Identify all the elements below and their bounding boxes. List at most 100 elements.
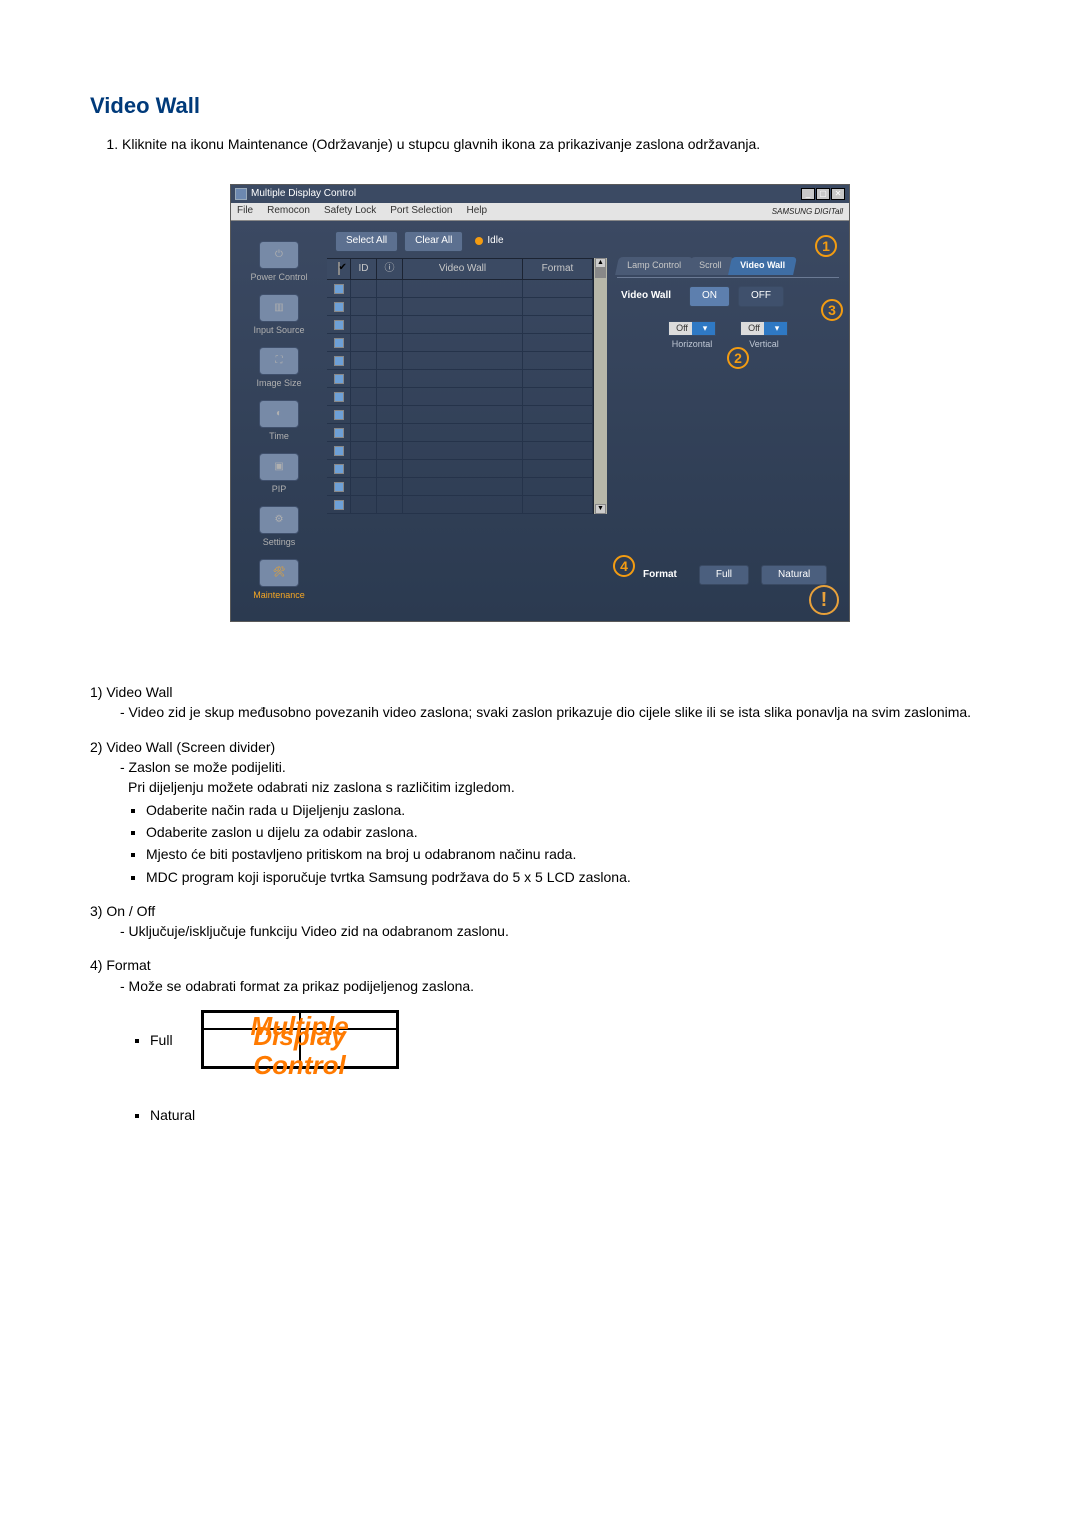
table-row[interactable]	[327, 298, 593, 316]
vertical-select[interactable]: Off▾	[740, 321, 788, 336]
scroll-up-icon[interactable]: ▲	[595, 258, 606, 268]
input-icon: ▥	[259, 294, 299, 322]
tab-video-wall[interactable]: Video Wall	[728, 257, 797, 275]
sidebar-label: Image Size	[235, 377, 323, 390]
imagesize-icon: ⛶	[259, 347, 299, 375]
select-all-button[interactable]: Select All	[335, 231, 398, 252]
sidebar-item-settings[interactable]: ⚙ Settings	[235, 506, 323, 549]
grid-body	[327, 279, 593, 514]
clear-all-button[interactable]: Clear All	[404, 231, 463, 252]
off-button[interactable]: OFF	[738, 286, 784, 307]
close-button[interactable]: ✕	[831, 188, 845, 200]
row-checkbox[interactable]	[334, 482, 344, 492]
format-natural-button[interactable]: Natural	[761, 565, 827, 586]
row-checkbox[interactable]	[334, 320, 344, 330]
scroll-thumb[interactable]	[595, 268, 606, 278]
callout-3: 3	[821, 299, 843, 321]
app-icon	[235, 188, 247, 200]
table-row[interactable]	[327, 478, 593, 496]
sidebar-item-image-size[interactable]: ⛶ Image Size	[235, 347, 323, 390]
menu-help[interactable]: Help	[466, 204, 487, 219]
table-row[interactable]	[327, 352, 593, 370]
d3-line: - Uključuje/isključuje funkciju Video zi…	[120, 921, 990, 941]
sidebar-label: Settings	[235, 536, 323, 549]
table-row[interactable]	[327, 334, 593, 352]
intro-list: Kliknite na ikonu Maintenance (Održavanj…	[108, 134, 990, 154]
row-checkbox[interactable]	[334, 374, 344, 384]
table-row[interactable]	[327, 406, 593, 424]
d1-head: 1) Video Wall	[90, 682, 990, 702]
table-row[interactable]	[327, 370, 593, 388]
titlebar: Multiple Display Control _ ▢ ✕	[231, 185, 849, 203]
minimize-button[interactable]: _	[801, 188, 815, 200]
horizontal-label: Horizontal	[668, 338, 716, 351]
menu-port-selection[interactable]: Port Selection	[390, 204, 452, 219]
mdc-text: Control	[253, 1050, 345, 1080]
menu-file[interactable]: File	[237, 204, 253, 219]
tab-scroll[interactable]: Scroll	[687, 257, 733, 275]
mdc-full-illustration: Multiple Display Control	[201, 1010, 399, 1069]
table-row[interactable]	[327, 316, 593, 334]
menu-safety-lock[interactable]: Safety Lock	[324, 204, 376, 219]
settings-icon: ⚙	[259, 506, 299, 534]
on-button[interactable]: ON	[689, 286, 730, 307]
d1-line: - Video zid je skup međusobno povezanih …	[120, 702, 990, 722]
table-row[interactable]	[327, 496, 593, 514]
d2-line2: Pri dijeljenju možete odabrati niz zaslo…	[128, 777, 990, 797]
sidebar-item-pip[interactable]: ▣ PIP	[235, 453, 323, 496]
power-icon: ⏻	[259, 241, 299, 269]
header-checkbox[interactable]	[338, 262, 340, 275]
row-checkbox[interactable]	[334, 410, 344, 420]
table-row[interactable]	[327, 442, 593, 460]
page-title: Video Wall	[90, 90, 990, 122]
sidebar-item-time[interactable]: ◐ Time	[235, 400, 323, 443]
sidebar-label: Power Control	[235, 271, 323, 284]
maintenance-icon: 🛠	[259, 559, 299, 587]
menu-remocon[interactable]: Remocon	[267, 204, 310, 219]
maximize-button[interactable]: ▢	[816, 188, 830, 200]
pip-icon: ▣	[259, 453, 299, 481]
sidebar-label: Input Source	[235, 324, 323, 337]
horizontal-select[interactable]: Off▾	[668, 321, 716, 336]
d3-head: 3) On / Off	[90, 901, 990, 921]
idle-indicator: Idle	[475, 234, 503, 249]
intro-text: Kliknite na ikonu Maintenance (Održavanj…	[122, 136, 760, 152]
row-checkbox[interactable]	[334, 428, 344, 438]
format-label: Format	[643, 568, 677, 583]
d4-head: 4) Format	[90, 955, 990, 975]
mdc-text: Display	[253, 1021, 346, 1051]
format-full-button[interactable]: Full	[699, 565, 749, 586]
description-section: 1) Video Wall - Video zid je skup međuso…	[90, 682, 990, 1126]
row-checkbox[interactable]	[334, 392, 344, 402]
table-row[interactable]	[327, 460, 593, 478]
row-checkbox[interactable]	[334, 446, 344, 456]
menubar: File Remocon Safety Lock Port Selection …	[231, 203, 849, 221]
row-checkbox[interactable]	[334, 338, 344, 348]
d2-head: 2) Video Wall (Screen divider)	[90, 737, 990, 757]
row-checkbox[interactable]	[334, 284, 344, 294]
table-row[interactable]	[327, 388, 593, 406]
row-checkbox[interactable]	[334, 464, 344, 474]
window-title: Multiple Display Control	[251, 187, 356, 202]
row-checkbox[interactable]	[334, 500, 344, 510]
d2-li: MDC program koji isporučuje tvrtka Samsu…	[146, 867, 990, 887]
video-wall-label: Video Wall	[621, 289, 671, 304]
chevron-down-icon: ▾	[692, 322, 715, 335]
sidebar-item-power-control[interactable]: ⏻ Power Control	[235, 241, 323, 284]
app-window: Multiple Display Control _ ▢ ✕ File Remo…	[230, 184, 850, 622]
callout-2: 2	[727, 347, 749, 369]
col-format: Format	[523, 259, 593, 280]
row-checkbox[interactable]	[334, 356, 344, 366]
sidebar-item-input-source[interactable]: ▥ Input Source	[235, 294, 323, 337]
scroll-down-icon[interactable]: ▼	[595, 504, 606, 514]
row-checkbox[interactable]	[334, 302, 344, 312]
sidebar-label: PIP	[235, 483, 323, 496]
scrollbar[interactable]: ▲ ▼	[593, 258, 607, 515]
col-info-icon: ⓘ	[377, 259, 403, 280]
sidebar-item-maintenance[interactable]: 🛠 Maintenance	[235, 559, 323, 602]
callout-1: 1	[815, 235, 837, 257]
center-panel: Select All Clear All Idle ID ⓘ Video Wal…	[327, 221, 607, 621]
table-row[interactable]	[327, 424, 593, 442]
table-row[interactable]	[327, 280, 593, 298]
tab-lamp-control[interactable]: Lamp Control	[615, 257, 693, 275]
